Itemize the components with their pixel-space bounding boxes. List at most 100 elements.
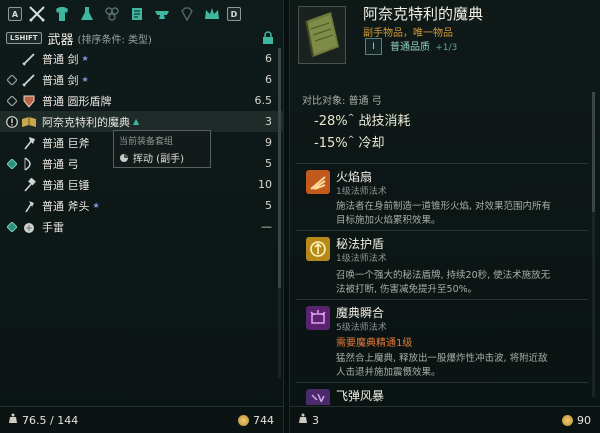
item-list: 普通 剑 ★ 6 普通 剑 ★ 6 普通 圆形盾牌 6.5 阿奈克特利的魔典 ▲ 3 普通 巨斧 9 普通… — [0, 48, 284, 378]
skill-description: 施法者在身前制造一道锥形火焰, 对效果范围内所有 目标施加火焰累积效果。 — [336, 200, 586, 228]
item-status-icon — [6, 158, 18, 170]
sword-icon — [20, 71, 38, 89]
item-detail-panel: 阿奈克特利的魔典 副手物品，唯一物品 I 普通品质 +1/3 对比对象: 普通 … — [289, 0, 600, 433]
bow-icon — [20, 155, 38, 173]
next-category-key[interactable]: D — [227, 7, 241, 21]
item-title: 阿奈克特利的魔典 — [363, 5, 484, 23]
item-list-scrollbar[interactable] — [278, 48, 281, 378]
scrollbar-thumb[interactable] — [592, 92, 595, 212]
crossed-swords-icon[interactable] — [26, 3, 48, 25]
gold-coin-icon — [562, 415, 573, 426]
skill-type: 5级法师法术 — [336, 323, 387, 333]
skill-desc-line: 施法者在身前制造一道锥形火焰, 对效果范围内所有 — [336, 201, 552, 212]
skill-description: 猛然合上魔典, 释放出一股爆炸性冲击波, 将附近敌 人击退并施加震慑效果。 — [336, 352, 586, 380]
item-weight: 3 — [265, 115, 272, 128]
fire-fan-icon — [306, 170, 330, 194]
skill-requirement: 需要魔典精通1级 — [336, 338, 413, 349]
item-quality: 普通品质 +1/3 — [390, 38, 457, 53]
item-status-icon — [6, 200, 18, 212]
item-weight: — — [261, 220, 272, 233]
favorite-star-icon: ★ — [81, 54, 89, 63]
item-weight: 6 — [265, 73, 272, 86]
skill-desc-line: 召唤一个强大的秘法盾牌, 持续20秒, 使法术施放无 — [336, 270, 551, 281]
quality-label: 普通品质 — [390, 42, 430, 53]
compare-label: 对比对象: 普通 弓 — [302, 96, 382, 107]
item-status-icon — [6, 95, 18, 107]
skill-name: 火焰扇 — [336, 170, 373, 184]
item-name: 手雷 — [42, 220, 64, 234]
skill-description: 召唤一个强大的秘法盾牌, 持续20秒, 使法术施放无 法被打断, 伤害减免提升至… — [336, 269, 586, 297]
item-value-amount: 90 — [577, 414, 591, 427]
inventory-panel: A D LSHIFT 武器 (排序条件: 类型) 普通 剑 ★ 6 普通 剑 ★… — [0, 0, 284, 433]
item-status-icon — [6, 179, 18, 191]
skill-desc-line: 猛然合上魔典, 释放出一股爆炸性冲击波, 将附近敌 — [336, 353, 548, 364]
item-name: 普通 巨锤 — [42, 178, 90, 192]
item-portrait — [298, 6, 346, 64]
scrollbar-thumb[interactable] — [278, 48, 281, 288]
tooltip-line: 挥动 (副手) — [119, 150, 205, 165]
item-weight: 6.5 — [254, 94, 273, 107]
stat-label: 战技消耗 — [358, 114, 411, 129]
item-value: 90 — [562, 414, 591, 427]
item-weight: 9 — [265, 136, 272, 149]
carry-weight: 76.5 / 144 — [22, 413, 79, 427]
item-status-icon — [6, 137, 18, 149]
skill-entry[interactable]: 火焰扇 1级法师法术 施法者在身前制造一道锥形火焰, 对效果范围内所有 目标施加… — [296, 163, 588, 229]
stat-value: -15% — [314, 136, 348, 151]
spellbook-image-icon — [299, 7, 345, 63]
item-row[interactable]: 普通 剑 ★ 6 — [0, 69, 284, 90]
prev-category-key[interactable]: A — [8, 7, 22, 21]
item-row[interactable]: 普通 剑 ★ 6 — [0, 48, 284, 69]
tome-slam-icon — [306, 306, 330, 330]
item-name: 普通 巨斧 — [42, 136, 90, 150]
favorite-star-icon: ★ — [81, 75, 89, 84]
item-row[interactable]: 普通 巨锤 10 — [0, 174, 284, 195]
shirt-icon[interactable] — [51, 3, 73, 25]
item-status-icon — [6, 115, 18, 128]
weight-lock-icon[interactable] — [262, 31, 274, 48]
skill-entry[interactable]: 秘法护盾 1级法师法术 召唤一个强大的秘法盾牌, 持续20秒, 使法术施放无 法… — [296, 230, 588, 298]
tooltip-header: 当前装备套组 — [119, 137, 174, 147]
equip-set-tooltip: 当前装备套组 挥动 (副手) — [113, 130, 211, 168]
greataxe-icon — [20, 134, 38, 152]
flask-icon[interactable] — [76, 3, 98, 25]
category-icons — [26, 3, 223, 25]
item-weight: 5 — [265, 157, 272, 170]
stat-decrease-icon: ^ — [347, 112, 355, 122]
weight-icon — [8, 413, 18, 427]
item-row[interactable]: 手雷 — — [0, 216, 284, 237]
sort-key[interactable]: LSHIFT — [6, 32, 42, 44]
skill-entry[interactable]: 魔典瞬合 5级法师法术 需要魔典精通1级 猛然合上魔典, 释放出一股爆炸性冲击波… — [296, 299, 588, 381]
item-row[interactable]: 阿奈克特利的魔典 ▲ 3 — [0, 111, 284, 132]
anvil-icon[interactable] — [151, 3, 173, 25]
skill-entry[interactable]: 飞弹风暴 — [296, 382, 588, 405]
gold-value: 744 — [253, 414, 274, 427]
stat-line: -28%^ 战技消耗 — [314, 110, 410, 129]
spellbook-icon — [20, 113, 38, 131]
crown-icon[interactable] — [201, 3, 223, 25]
item-weight: 6 — [265, 52, 272, 65]
item-status-icon — [6, 221, 18, 233]
gem-icon[interactable] — [176, 3, 198, 25]
axe-icon — [20, 197, 38, 215]
quality-progress: +1/3 — [435, 43, 458, 53]
item-name: 普通 剑 — [42, 52, 79, 66]
item-status-icon — [6, 53, 18, 65]
item-name: 普通 斧头 — [42, 199, 90, 213]
clover-icon[interactable] — [101, 3, 123, 25]
inventory-footer: 76.5 / 144 744 — [0, 406, 284, 433]
skill-type: 1级法师法术 — [336, 254, 387, 264]
detail-scrollbar[interactable] — [592, 92, 595, 397]
category-bar: A D — [0, 0, 284, 28]
sort-bar: LSHIFT 武器 (排序条件: 类型) — [0, 28, 284, 48]
scroll-icon[interactable] — [126, 3, 148, 25]
sword-icon — [20, 50, 38, 68]
skill-name: 秘法护盾 — [336, 237, 385, 251]
item-row[interactable]: 普通 斧头 ★ 5 — [0, 195, 284, 216]
item-row[interactable]: 普通 圆形盾牌 6.5 — [0, 90, 284, 111]
sort-condition[interactable]: (排序条件: 类型) — [78, 31, 152, 46]
item-weight: 3 — [312, 413, 319, 427]
stat-line: -15%^ 冷却 — [314, 132, 384, 151]
grenade-icon — [20, 218, 38, 236]
skill-desc-line: 目标施加火焰累积效果。 — [336, 215, 441, 226]
